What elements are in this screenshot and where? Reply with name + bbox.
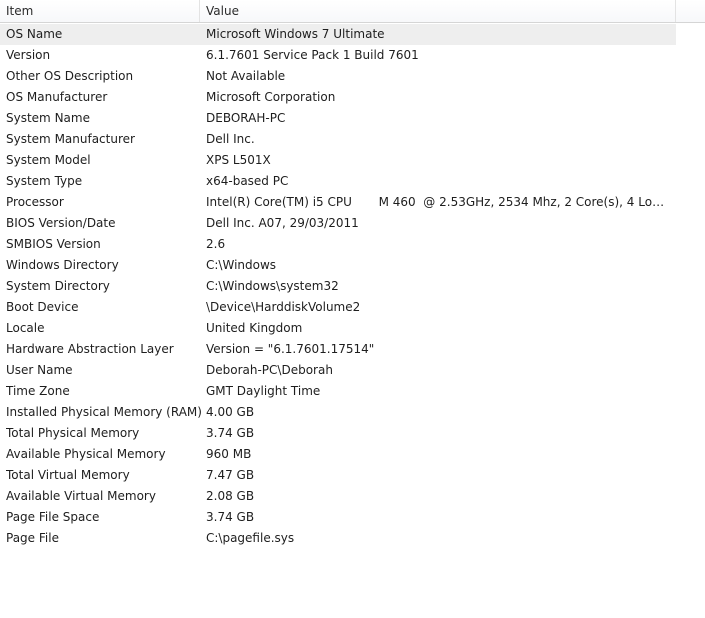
list-header: Item Value bbox=[0, 0, 705, 23]
table-row[interactable]: Processor Intel(R) Core(TM) i5 CPU M 460… bbox=[0, 192, 676, 213]
row-item: BIOS Version/Date bbox=[6, 216, 116, 230]
row-value: 3.74 GB bbox=[206, 510, 255, 524]
row-value: Intel(R) Core(TM) i5 CPU M 460 @ 2.53GHz… bbox=[206, 195, 670, 209]
row-value: Dell Inc. bbox=[206, 132, 255, 146]
row-item: System Model bbox=[6, 153, 91, 167]
table-row[interactable]: Hardware Abstraction Layer Version = "6.… bbox=[0, 339, 676, 360]
row-value: 2.08 GB bbox=[206, 489, 255, 503]
row-item: Windows Directory bbox=[6, 258, 119, 272]
row-value: United Kingdom bbox=[206, 321, 303, 335]
row-value: Microsoft Corporation bbox=[206, 90, 336, 104]
row-value: C:\pagefile.sys bbox=[206, 531, 295, 545]
row-item: Page File Space bbox=[6, 510, 100, 524]
table-row[interactable]: Other OS Description Not Available bbox=[0, 66, 676, 87]
row-item: OS Name bbox=[6, 27, 63, 41]
row-item: Boot Device bbox=[6, 300, 79, 314]
row-value: x64-based PC bbox=[206, 174, 289, 188]
row-value: DEBORAH-PC bbox=[206, 111, 286, 125]
row-value: XPS L501X bbox=[206, 153, 271, 167]
table-row[interactable]: Page File Space 3.74 GB bbox=[0, 507, 676, 528]
row-value: 960 MB bbox=[206, 447, 252, 461]
row-item: System Directory bbox=[6, 279, 110, 293]
table-row[interactable]: System Name DEBORAH-PC bbox=[0, 108, 676, 129]
row-value: 6.1.7601 Service Pack 1 Build 7601 bbox=[206, 48, 419, 62]
row-value: Microsoft Windows 7 Ultimate bbox=[206, 27, 385, 41]
row-item: User Name bbox=[6, 363, 73, 377]
row-item: SMBIOS Version bbox=[6, 237, 101, 251]
list-rows: OS Name Microsoft Windows 7 Ultimate Ver… bbox=[0, 24, 676, 549]
row-value: Not Available bbox=[206, 69, 286, 83]
row-value: 7.47 GB bbox=[206, 468, 255, 482]
table-row[interactable]: Total Physical Memory 3.74 GB bbox=[0, 423, 676, 444]
table-row[interactable]: OS Manufacturer Microsoft Corporation bbox=[0, 87, 676, 108]
row-item: Total Physical Memory bbox=[6, 426, 140, 440]
row-value: Dell Inc. A07, 29/03/2011 bbox=[206, 216, 359, 230]
row-value: Version = "6.1.7601.17514" bbox=[206, 342, 375, 356]
row-item: System Manufacturer bbox=[6, 132, 135, 146]
row-value: 3.74 GB bbox=[206, 426, 255, 440]
row-value: GMT Daylight Time bbox=[206, 384, 321, 398]
system-summary-list[interactable]: Item Value OS Name Microsoft Windows 7 U… bbox=[0, 0, 705, 618]
row-item: Locale bbox=[6, 321, 45, 335]
table-row[interactable]: OS Name Microsoft Windows 7 Ultimate bbox=[0, 24, 676, 45]
column-header-item[interactable]: Item bbox=[0, 0, 200, 22]
row-item: Version bbox=[6, 48, 51, 62]
row-value: Deborah-PC\Deborah bbox=[206, 363, 333, 377]
table-row[interactable]: Installed Physical Memory (RAM) 4.00 GB bbox=[0, 402, 676, 423]
row-item: Page File bbox=[6, 531, 59, 545]
table-row[interactable]: Version 6.1.7601 Service Pack 1 Build 76… bbox=[0, 45, 676, 66]
row-item: System Type bbox=[6, 174, 83, 188]
table-row[interactable]: Available Physical Memory 960 MB bbox=[0, 444, 676, 465]
row-value: C:\Windows\system32 bbox=[206, 279, 339, 293]
table-row[interactable]: Available Virtual Memory 2.08 GB bbox=[0, 486, 676, 507]
table-row[interactable]: Locale United Kingdom bbox=[0, 318, 676, 339]
table-row[interactable]: SMBIOS Version 2.6 bbox=[0, 234, 676, 255]
row-item: Processor bbox=[6, 195, 64, 209]
row-item: Total Virtual Memory bbox=[6, 468, 130, 482]
table-row[interactable]: Page File C:\pagefile.sys bbox=[0, 528, 676, 549]
row-item: Available Virtual Memory bbox=[6, 489, 156, 503]
column-header-filler bbox=[676, 0, 705, 22]
row-value: C:\Windows bbox=[206, 258, 277, 272]
row-value: 2.6 bbox=[206, 237, 226, 251]
table-row[interactable]: Windows Directory C:\Windows bbox=[0, 255, 676, 276]
row-item: Other OS Description bbox=[6, 69, 134, 83]
table-row[interactable]: Total Virtual Memory 7.47 GB bbox=[0, 465, 676, 486]
row-value: \Device\HarddiskVolume2 bbox=[206, 300, 361, 314]
table-row[interactable]: System Directory C:\Windows\system32 bbox=[0, 276, 676, 297]
table-row[interactable]: User Name Deborah-PC\Deborah bbox=[0, 360, 676, 381]
table-row[interactable]: Boot Device \Device\HarddiskVolume2 bbox=[0, 297, 676, 318]
table-row[interactable]: System Manufacturer Dell Inc. bbox=[0, 129, 676, 150]
row-item: Time Zone bbox=[6, 384, 70, 398]
row-item: System Name bbox=[6, 111, 90, 125]
table-row[interactable]: Time Zone GMT Daylight Time bbox=[0, 381, 676, 402]
row-item: OS Manufacturer bbox=[6, 90, 108, 104]
row-item: Installed Physical Memory (RAM) bbox=[6, 405, 202, 419]
table-row[interactable]: BIOS Version/Date Dell Inc. A07, 29/03/2… bbox=[0, 213, 676, 234]
table-row[interactable]: System Model XPS L501X bbox=[0, 150, 676, 171]
column-header-value[interactable]: Value bbox=[200, 0, 676, 22]
row-item: Hardware Abstraction Layer bbox=[6, 342, 174, 356]
row-value: 4.00 GB bbox=[206, 405, 255, 419]
table-row[interactable]: System Type x64-based PC bbox=[0, 171, 676, 192]
row-item: Available Physical Memory bbox=[6, 447, 166, 461]
